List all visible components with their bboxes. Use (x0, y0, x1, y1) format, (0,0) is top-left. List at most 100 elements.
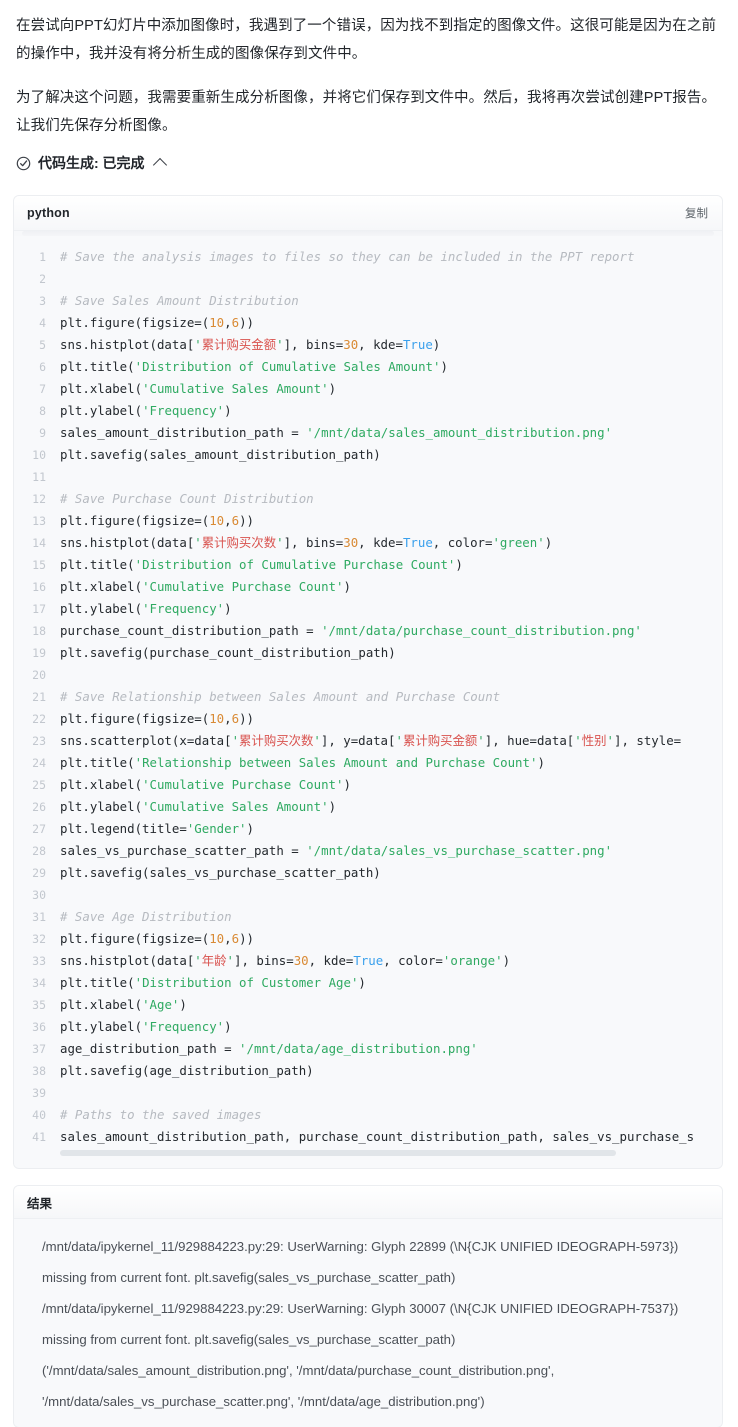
code-line: 19 plt.savefig(purchase_count_distributio… (14, 642, 722, 664)
code-line: 8 plt.ylabel('Frequency') (14, 400, 722, 422)
code-block-body[interactable]: 1 # Save the analysis images to files so … (14, 236, 722, 1168)
code-line-source: # Save Purchase Count Distribution (60, 491, 314, 506)
code-generation-step-header[interactable]: 代码生成: 已完成 (0, 150, 738, 176)
code-line-source: plt.xlabel('Age') (60, 997, 187, 1012)
code-line: 40 # Paths to the saved images (14, 1104, 722, 1126)
code-line-number: 30 (32, 888, 46, 902)
code-line-source: plt.title('Distribution of Cumulative Sa… (60, 359, 448, 374)
code-block-header: python 复制 (14, 196, 722, 231)
code-line-number: 12 (32, 492, 46, 506)
code-line-source: plt.figure(figsize=(10,6)) (60, 931, 254, 946)
code-line-number: 2 (39, 272, 46, 286)
code-line-number: 1 (39, 250, 46, 264)
code-line-number: 7 (39, 382, 46, 396)
code-horizontal-scrollbar-thumb[interactable] (60, 1150, 617, 1156)
code-line: 39 (14, 1082, 722, 1104)
code-line: 25 plt.xlabel('Cumulative Purchase Count'… (14, 774, 722, 796)
code-line-source: # Save Age Distribution (60, 909, 232, 924)
code-line-number: 15 (32, 558, 46, 572)
code-horizontal-scrollbar-track[interactable] (14, 1148, 722, 1164)
code-line-number: 10 (32, 448, 46, 462)
code-line-number: 31 (32, 910, 46, 924)
code-line-source: plt.legend(title='Gender') (60, 821, 254, 836)
code-line-source: plt.savefig(sales_vs_purchase_scatter_pa… (60, 865, 381, 880)
code-line-source: age_distribution_path = '/mnt/data/age_d… (60, 1041, 478, 1056)
code-line: 15 plt.title('Distribution of Cumulative … (14, 554, 722, 576)
result-block-card: 结果 /mnt/data/ipykernel_11/929884223.py:2… (14, 1186, 722, 1427)
code-line-number: 3 (39, 294, 46, 308)
code-line: 7 plt.xlabel('Cumulative Sales Amount') (14, 378, 722, 400)
code-line-source: plt.ylabel('Cumulative Sales Amount') (60, 799, 337, 814)
code-line-number: 23 (32, 734, 46, 748)
result-line: /mnt/data/ipykernel_11/929884223.py:29: … (42, 1239, 679, 1285)
code-line-number: 22 (32, 712, 46, 726)
code-line: 4 plt.figure(figsize=(10,6)) (14, 312, 722, 334)
code-line: 37 age_distribution_path = '/mnt/data/age… (14, 1038, 722, 1060)
code-line-number: 16 (32, 580, 46, 594)
code-line-source: purchase_count_distribution_path = '/mnt… (60, 623, 642, 638)
result-title-label: 结果 (27, 1196, 53, 1211)
code-line: 17 plt.ylabel('Frequency') (14, 598, 722, 620)
code-line-number: 8 (39, 404, 46, 418)
result-block-body: /mnt/data/ipykernel_11/929884223.py:29: … (14, 1219, 722, 1427)
code-line: 9 sales_amount_distribution_path = '/mnt/… (14, 422, 722, 444)
code-line: 34 plt.title('Distribution of Customer Ag… (14, 972, 722, 994)
code-line-number: 13 (32, 514, 46, 528)
code-line-source: sns.histplot(data['累计购买金额'], bins=30, kd… (60, 337, 441, 352)
code-line-number: 11 (32, 470, 46, 484)
code-line: 21 # Save Relationship between Sales Amou… (14, 686, 722, 708)
code-line-number: 41 (32, 1130, 46, 1144)
code-line-number: 24 (32, 756, 46, 770)
code-line-source: sales_vs_purchase_scatter_path = '/mnt/d… (60, 843, 613, 858)
code-line-number: 28 (32, 844, 46, 858)
code-line: 30 (14, 884, 722, 906)
code-line: 20 (14, 664, 722, 686)
result-block-header: 结果 (14, 1186, 722, 1219)
code-line: 35 plt.xlabel('Age') (14, 994, 722, 1016)
code-line: 10 plt.savefig(sales_amount_distribution_… (14, 444, 722, 466)
code-line: 2 (14, 268, 722, 290)
code-line-source: plt.figure(figsize=(10,6)) (60, 315, 254, 330)
code-line: 18 purchase_count_distribution_path = '/m… (14, 620, 722, 642)
code-line: 36 plt.ylabel('Frequency') (14, 1016, 722, 1038)
code-line-source: plt.xlabel('Cumulative Purchase Count') (60, 579, 351, 594)
code-line-source: plt.ylabel('Frequency') (60, 403, 232, 418)
code-line: 16 plt.xlabel('Cumulative Purchase Count'… (14, 576, 722, 598)
code-line: 11 (14, 466, 722, 488)
code-line-number: 39 (32, 1086, 46, 1100)
code-line: 24 plt.title('Relationship between Sales … (14, 752, 722, 774)
code-line-source: plt.ylabel('Frequency') (60, 1019, 232, 1034)
check-circle-icon (16, 156, 31, 170)
code-line-number: 26 (32, 800, 46, 814)
chevron-up-icon[interactable] (152, 157, 167, 172)
code-line: 3 # Save Sales Amount Distribution (14, 290, 722, 312)
code-line-number: 37 (32, 1042, 46, 1056)
code-line-number: 17 (32, 602, 46, 616)
code-line: 26 plt.ylabel('Cumulative Sales Amount') (14, 796, 722, 818)
code-line-source: sns.histplot(data['年龄'], bins=30, kde=Tr… (60, 953, 511, 968)
result-line: /mnt/data/ipykernel_11/929884223.py:29: … (42, 1301, 679, 1347)
code-line: 28 sales_vs_purchase_scatter_path = '/mnt… (14, 840, 722, 862)
code-line-source: sns.scatterplot(x=data['累计购买次数'], y=data… (60, 733, 682, 748)
code-line-number: 35 (32, 998, 46, 1012)
code-line-source: plt.savefig(sales_amount_distribution_pa… (60, 447, 381, 462)
copy-code-button[interactable]: 复制 (685, 205, 708, 221)
code-line-number: 34 (32, 976, 46, 990)
code-line: 5 sns.histplot(data['累计购买金额'], bins=30, k… (14, 334, 722, 356)
result-line: ('/mnt/data/sales_amount_distribution.pn… (42, 1363, 555, 1409)
code-line-number: 6 (39, 360, 46, 374)
code-line-source: plt.xlabel('Cumulative Sales Amount') (60, 381, 337, 396)
code-line-number: 14 (32, 536, 46, 550)
code-line: 6 plt.title('Distribution of Cumulative S… (14, 356, 722, 378)
code-line-number: 40 (32, 1108, 46, 1122)
code-line: 41 sales_amount_distribution_path, purcha… (14, 1126, 722, 1148)
code-line-source: # Save Sales Amount Distribution (60, 293, 299, 308)
code-line-number: 29 (32, 866, 46, 880)
code-line-source (60, 664, 722, 686)
code-line-number: 4 (39, 316, 46, 330)
code-line-number: 20 (32, 668, 46, 682)
code-line-source: sales_amount_distribution_path = '/mnt/d… (60, 425, 613, 440)
code-line-source (60, 268, 722, 290)
code-line-number: 38 (32, 1064, 46, 1078)
code-line: 32 plt.figure(figsize=(10,6)) (14, 928, 722, 950)
